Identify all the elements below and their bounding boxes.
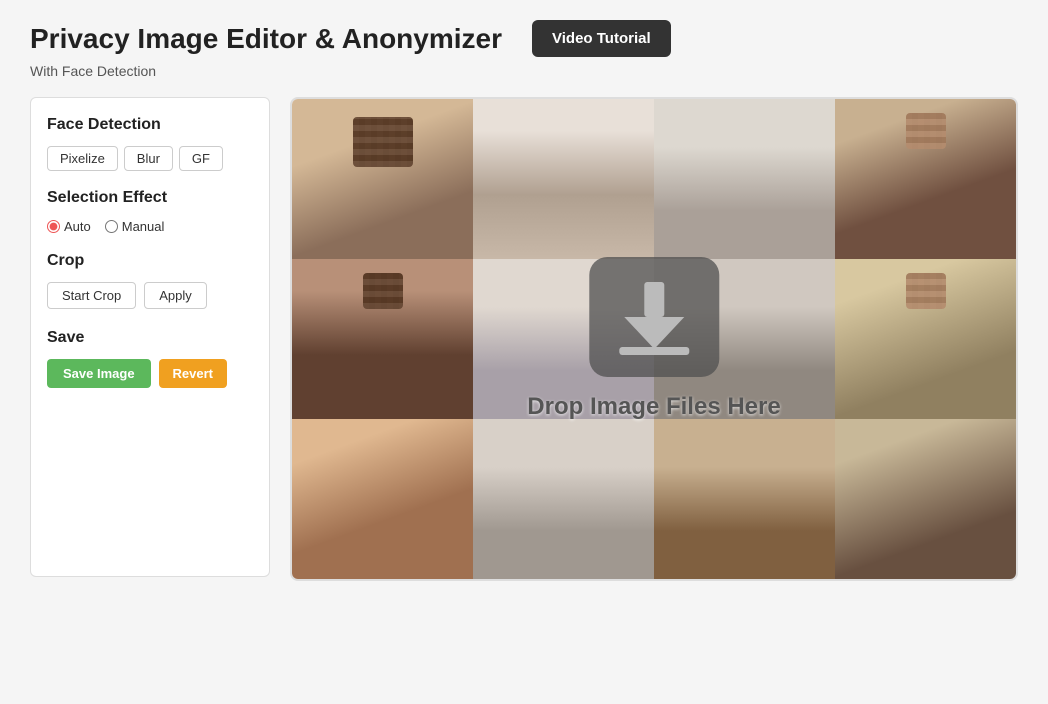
face-detection-title: Face Detection [47,116,253,134]
page-title: Privacy Image Editor & Anonymizer [30,23,502,55]
photo-cell [292,99,473,259]
auto-radio[interactable] [47,220,60,233]
photo-cell [473,259,654,419]
photo-grid [292,99,1016,579]
photo-cell [654,99,835,259]
pixelized-face [906,273,946,309]
selection-effect-section: Selection Effect Auto Manual [47,189,253,234]
photo-cell [835,419,1016,579]
pixelized-face [353,117,413,167]
page-header: Privacy Image Editor & Anonymizer Video … [30,20,1018,57]
crop-buttons: Start Crop Apply [47,282,253,309]
face-detection-buttons: Pixelize Blur GF [47,146,253,171]
pixelize-button[interactable]: Pixelize [47,146,118,171]
manual-radio[interactable] [105,220,118,233]
manual-label: Manual [122,219,165,234]
photo-cell [835,259,1016,419]
save-image-button[interactable]: Save Image [47,359,151,388]
auto-label: Auto [64,219,91,234]
pixelized-face [906,113,946,149]
main-content: Face Detection Pixelize Blur GF Selectio… [30,97,1018,581]
photo-cell [473,99,654,259]
photo-cell [835,99,1016,259]
start-crop-button[interactable]: Start Crop [47,282,136,309]
save-title: Save [47,329,253,347]
selection-effect-title: Selection Effect [47,189,253,207]
page-subtitle: With Face Detection [30,63,1018,79]
apply-button[interactable]: Apply [144,282,207,309]
photo-cell [654,259,835,419]
photo-cell [473,419,654,579]
auto-radio-label[interactable]: Auto [47,219,91,234]
crop-title: Crop [47,252,253,270]
pixelized-face [363,273,403,309]
photo-cell [292,419,473,579]
sidebar-panel: Face Detection Pixelize Blur GF Selectio… [30,97,270,577]
photo-cell [654,419,835,579]
gf-button[interactable]: GF [179,146,223,171]
selection-effect-options: Auto Manual [47,219,253,234]
save-section: Save Save Image Revert [47,329,253,388]
revert-button[interactable]: Revert [159,359,227,388]
save-buttons: Save Image Revert [47,359,253,388]
video-tutorial-button[interactable]: Video Tutorial [532,20,671,57]
manual-radio-label[interactable]: Manual [105,219,165,234]
crop-section: Crop Start Crop Apply [47,252,253,309]
drop-zone[interactable]: Drop Image Files Here [290,97,1018,581]
photo-cell [292,259,473,419]
blur-button[interactable]: Blur [124,146,173,171]
